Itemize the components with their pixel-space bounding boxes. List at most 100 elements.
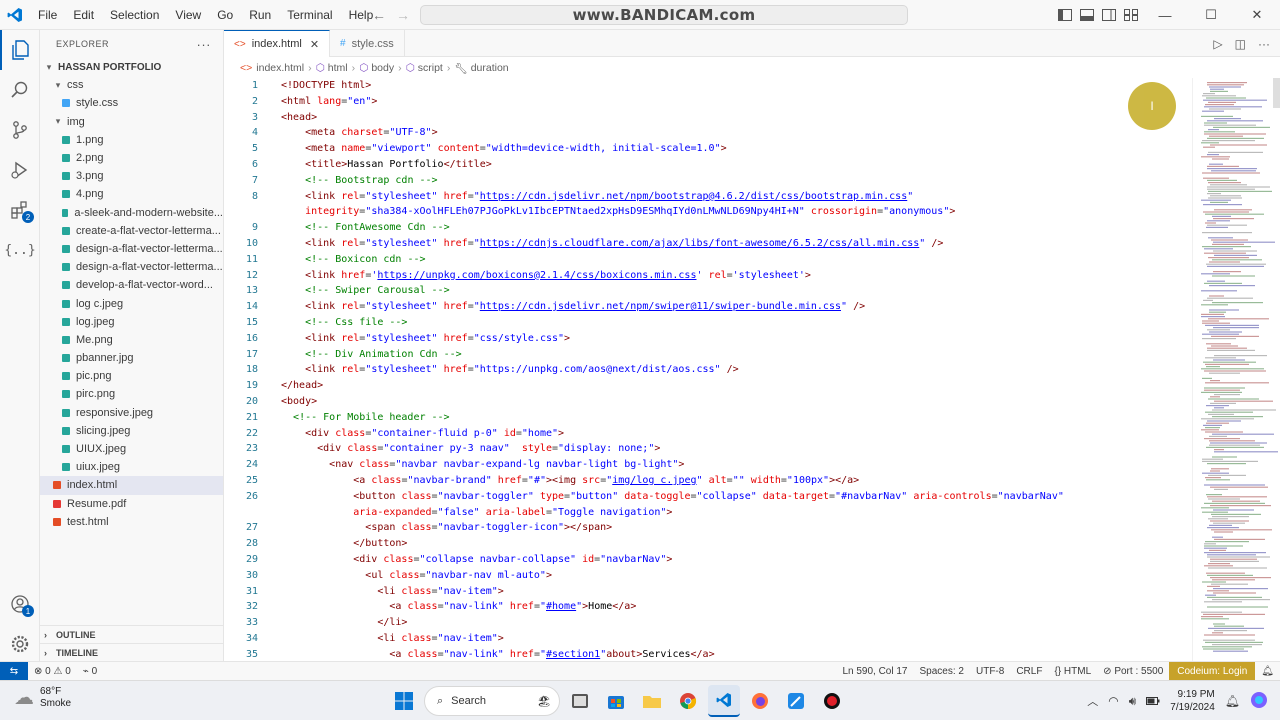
file-item[interactable]: pbanner.jpg xyxy=(40,349,223,367)
back-arrow-icon[interactable]: ← xyxy=(372,7,386,23)
remote-indicator-icon[interactable]: ⇆ xyxy=(0,661,28,681)
minimap-line xyxy=(1209,86,1241,88)
menu-run[interactable]: Run xyxy=(241,0,279,30)
tab-style-css[interactable]: # style.css xyxy=(330,30,405,57)
minimap-scrollbar-thumb[interactable] xyxy=(1273,78,1280,108)
file-item[interactable]: 2.png xyxy=(40,149,223,167)
breadcrumb-html[interactable]: ⬡ html xyxy=(316,62,348,74)
menu-go[interactable]: Go xyxy=(209,0,241,30)
language-mode[interactable]: {} HTML xyxy=(1048,666,1097,677)
close-window-button[interactable]: ✕ xyxy=(1234,0,1280,30)
menu-selection[interactable]: Selection xyxy=(102,0,167,30)
breadcrumb-script[interactable]: ⬡ script xyxy=(406,62,443,74)
menu-view[interactable]: View xyxy=(167,0,209,30)
file-item[interactable]: slicing.jpeg xyxy=(40,422,223,440)
clock[interactable]: 9:19 PM 7/19/2024 xyxy=(1170,688,1215,714)
minimap-line xyxy=(1208,474,1246,476)
file-item[interactable]: Me.png xyxy=(40,331,223,349)
cursor-position[interactable]: Ln 590, Col 17 xyxy=(836,666,913,677)
task-view-icon[interactable] xyxy=(564,685,596,717)
file-item[interactable]: a-sleek-and-modern-website... xyxy=(40,204,223,222)
file-item[interactable]: 4.png xyxy=(40,185,223,203)
taskbar-search[interactable]: ⌕ Search 🏖︎ xyxy=(424,686,560,716)
menu-edit[interactable]: Edit xyxy=(65,0,102,30)
file-item[interactable]: log.jpeg xyxy=(40,313,223,331)
file-item[interactable]: test.html xyxy=(40,513,223,531)
accounts-icon[interactable]: 1 xyxy=(0,584,40,624)
tab-index-html[interactable]: <> index.html ✕ xyxy=(224,30,331,57)
project-root[interactable]: ▾ HASSAN PORTFOLIO xyxy=(40,58,223,76)
folder-item[interactable]: ▾ css xyxy=(40,76,223,94)
file-item[interactable]: responsive.jpeg xyxy=(40,404,223,422)
menu-file[interactable]: File xyxy=(30,0,65,30)
file-item[interactable]: 3.png xyxy=(40,167,223,185)
run-debug-icon[interactable] xyxy=(0,150,40,190)
search-icon[interactable] xyxy=(0,70,40,110)
battery-icon[interactable] xyxy=(1146,694,1160,708)
codeium-login[interactable]: Codeium: Login xyxy=(1169,662,1256,681)
minimap[interactable] xyxy=(1192,78,1280,661)
more-editor-actions-icon[interactable]: ··· xyxy=(1258,37,1270,51)
show-hidden-icons-icon[interactable]: ︿ xyxy=(1087,693,1098,709)
file-item[interactable]: uiux.jpeg xyxy=(40,458,223,476)
menu-terminal[interactable]: Terminal xyxy=(279,0,340,30)
breadcrumb-body[interactable]: ⬡ body xyxy=(359,62,394,74)
more-actions-icon[interactable]: ··· xyxy=(197,37,212,52)
live-server-port[interactable]: ⊘ Port : 5500 xyxy=(1097,666,1169,677)
file-explorer-icon[interactable] xyxy=(636,685,668,717)
ports-indicator[interactable]: ⌁ 0 xyxy=(77,666,103,677)
minimize-button[interactable]: — xyxy=(1142,0,1188,30)
file-item[interactable]: log c.jpeg xyxy=(40,294,223,312)
notifications-bell-icon[interactable]: 🔔︎ xyxy=(1225,694,1240,708)
file-item[interactable]: style.css xyxy=(40,94,223,112)
split-editor-icon[interactable]: ◫ xyxy=(1235,37,1246,51)
vscode-taskbar-icon[interactable] xyxy=(708,685,740,717)
file-item[interactable]: pirc.png xyxy=(40,385,223,403)
close-tab-icon[interactable]: ✕ xyxy=(310,38,319,51)
breadcrumb-duration[interactable]: 🔧︎ duration xyxy=(454,62,508,75)
source-control-icon[interactable] xyxy=(0,110,40,150)
breadcrumb-file[interactable]: <> index.html xyxy=(240,62,304,74)
minimap-line xyxy=(1214,355,1267,357)
extensions-icon[interactable]: 2 xyxy=(0,190,40,230)
indentation[interactable]: Spaces: 2 xyxy=(914,666,970,677)
toggle-primary-sidebar-icon[interactable] xyxy=(1054,0,1076,30)
forward-arrow-icon[interactable]: → xyxy=(396,7,410,23)
run-icon[interactable]: ▷ xyxy=(1213,37,1222,51)
file-item[interactable]: design-a-flat-vector-letterma... xyxy=(40,258,223,276)
bandicam-icon[interactable] xyxy=(816,685,848,717)
command-center[interactable]: www.BANDICAM.com xyxy=(420,5,908,25)
outline-section[interactable]: › OUTLINE xyxy=(40,625,224,643)
weather-widget[interactable]: ☁ 68°F Smoke xyxy=(14,685,71,710)
json-braces-icon[interactable]: {..} xyxy=(0,230,40,270)
file-item[interactable]: UIUX.jpeg xyxy=(40,440,223,458)
file-item[interactable]: design-a-flat-vector-letterma... xyxy=(40,240,223,258)
line-endings[interactable]: CRLF xyxy=(1010,666,1048,677)
toggle-panel-icon[interactable] xyxy=(1076,0,1098,30)
microsoft-store-icon[interactable] xyxy=(600,685,632,717)
file-item[interactable]: develop-a-flat-vector-word... xyxy=(40,276,223,294)
file-item[interactable]: 1.png xyxy=(40,131,223,149)
explorer-icon[interactable] xyxy=(0,30,40,70)
customize-layout-icon[interactable] xyxy=(1120,0,1142,30)
paint-app-icon[interactable] xyxy=(780,685,812,717)
problems-indicator[interactable]: ⊗ 0 ⚠ 0 xyxy=(28,666,77,677)
copilot-icon[interactable] xyxy=(1250,691,1268,712)
code-editor[interactable]: 1 <!DOCTYPE html> 2 <html lang="en"> 3 <head>… xyxy=(224,78,1192,661)
timeline-section[interactable]: › TIMELINE xyxy=(40,643,224,661)
toggle-secondary-sidebar-icon[interactable] xyxy=(1098,0,1120,30)
encoding[interactable]: UTF-8 xyxy=(970,666,1010,677)
maximize-button[interactable]: ☐ xyxy=(1188,0,1234,30)
file-item[interactable]: index.html xyxy=(40,476,223,495)
wifi-icon[interactable]: ◠ xyxy=(1108,694,1118,708)
file-item[interactable]: create-a-flat-vector-letterma... xyxy=(40,222,223,240)
folder-item[interactable]: ▾ img xyxy=(40,113,223,131)
notifications-bell-icon[interactable]: 🔔︎ xyxy=(1255,666,1280,677)
file-item[interactable]: pic.png xyxy=(40,367,223,385)
file-item[interactable]: Resume.pdf xyxy=(40,495,223,513)
chrome-icon[interactable] xyxy=(672,685,704,717)
volume-icon[interactable]: 🔊︎ xyxy=(1129,694,1137,709)
firefox-icon[interactable] xyxy=(744,685,776,717)
windows-start-icon[interactable] xyxy=(388,685,420,717)
settings-gear-icon[interactable] xyxy=(0,624,40,664)
